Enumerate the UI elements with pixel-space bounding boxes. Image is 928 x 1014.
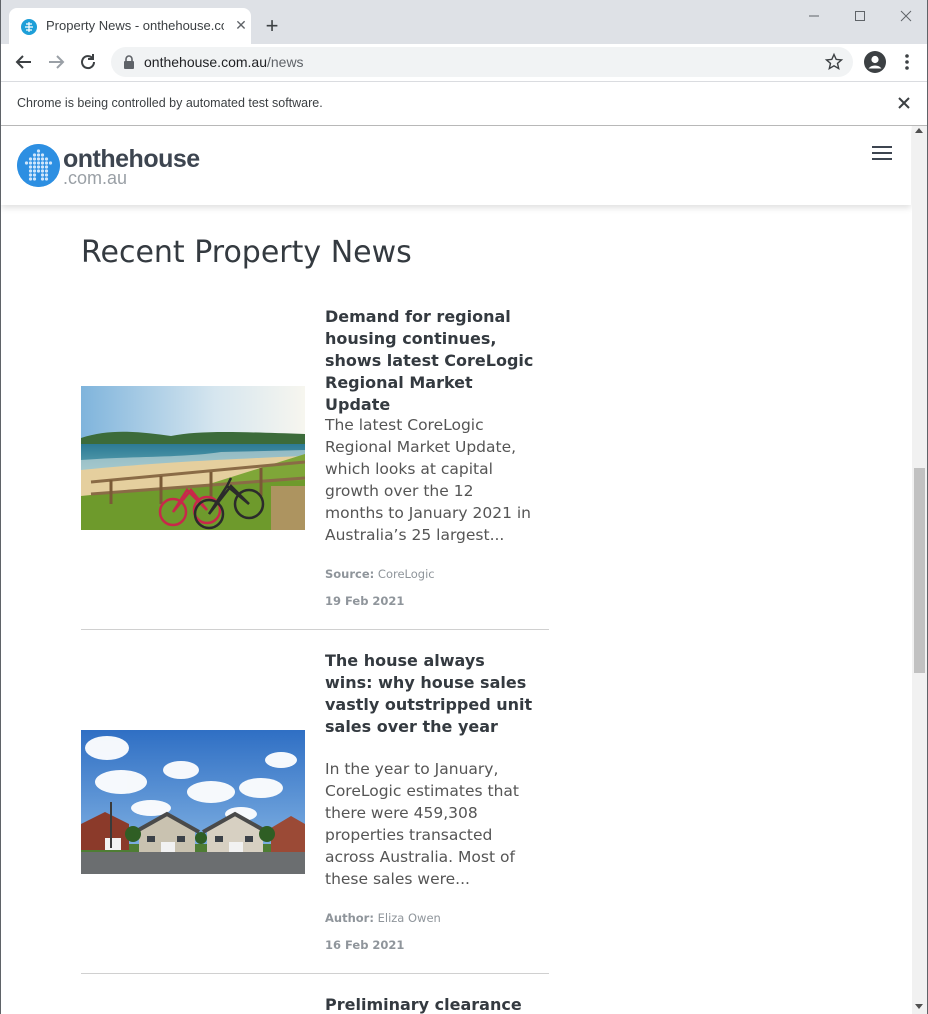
lock-icon: [122, 54, 136, 70]
tab-strip: Property News - onthehouse.com.au ✕ +: [1, 0, 927, 44]
article-date: 16 Feb 2021: [325, 938, 405, 952]
article-meta-value: Eliza Owen: [377, 911, 441, 925]
article-meta-value: CoreLogic: [377, 567, 435, 581]
scroll-up-arrow-icon[interactable]: [915, 128, 923, 133]
scroll-down-arrow-icon[interactable]: [915, 1004, 923, 1009]
article-divider: [81, 973, 549, 974]
article-meta-label: Source:: [325, 567, 375, 581]
reload-icon[interactable]: [76, 50, 100, 74]
article-source: Source: CoreLogic: [325, 567, 435, 581]
site-logo[interactable]: onthehouse .com.au: [17, 144, 207, 190]
new-tab-button[interactable]: +: [261, 15, 283, 37]
globe-favicon-icon: [21, 19, 37, 35]
tab-property-news[interactable]: Property News - onthehouse.com.au ✕: [9, 8, 251, 44]
bookmark-star-icon[interactable]: [824, 52, 844, 72]
tab-title: Property News - onthehouse.com.au: [46, 18, 224, 33]
browser-window: Property News - onthehouse.com.au ✕ + o: [0, 0, 928, 1014]
site-header: onthehouse .com.au: [1, 126, 911, 205]
close-window-icon[interactable]: [896, 6, 916, 26]
article-meta-label: Author:: [325, 911, 374, 925]
article-title-link[interactable]: The house always wins: why house sales v…: [325, 650, 535, 738]
article-title-link[interactable]: Demand for regional housing continues, s…: [325, 306, 535, 416]
page-title: Recent Property News: [81, 235, 412, 270]
article-author: Author: Eliza Owen: [325, 911, 441, 925]
tab-close-icon[interactable]: ✕: [233, 18, 249, 34]
maximize-icon[interactable]: [850, 6, 870, 26]
logo-domain-suffix: .com.au: [63, 168, 128, 188]
more-options-icon[interactable]: [901, 50, 913, 74]
article-divider: [81, 629, 549, 630]
infobar-message: Chrome is being controlled by automated …: [17, 96, 323, 110]
back-arrow-icon[interactable]: [12, 50, 36, 74]
hamburger-menu-icon[interactable]: [872, 146, 892, 162]
minimize-icon[interactable]: [804, 6, 824, 26]
forward-arrow-icon[interactable]: [44, 50, 68, 74]
automation-infobar: Chrome is being controlled by automated …: [1, 81, 927, 126]
address-bar[interactable]: onthehouse.com.au/news: [111, 47, 853, 77]
url-host: onthehouse.com.au: [144, 54, 267, 70]
infobar-close-icon[interactable]: [895, 94, 913, 112]
article-date: 19 Feb 2021: [325, 594, 405, 608]
scrollbar-thumb[interactable]: [914, 468, 925, 673]
vertical-scrollbar[interactable]: [912, 126, 927, 1014]
article-image-houses[interactable]: [81, 730, 305, 874]
browser-toolbar: onthehouse.com.au/news: [1, 44, 927, 81]
article-excerpt: In the year to January, CoreLogic estima…: [325, 760, 519, 888]
url-path: /news: [266, 54, 304, 70]
article-excerpt: The latest CoreLogic Regional Market Upd…: [325, 416, 531, 544]
logo-house-icon: [17, 144, 60, 187]
article-title-link[interactable]: Preliminary clearance: [325, 994, 585, 1014]
url-text: onthehouse.com.au/news: [144, 54, 304, 70]
page-viewport: onthehouse .com.au Recent Property News: [1, 126, 927, 1014]
profile-avatar-icon[interactable]: [863, 50, 887, 74]
article-image-beach[interactable]: [81, 386, 305, 530]
